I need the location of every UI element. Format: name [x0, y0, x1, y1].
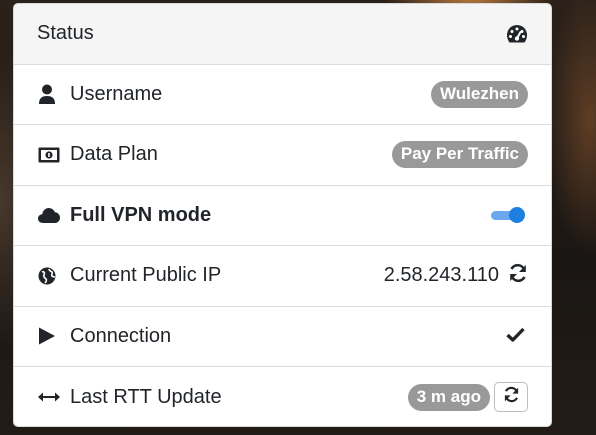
money-bill-icon — [38, 143, 62, 167]
connection-row: Connection — [14, 307, 551, 367]
username-row: Username Wulezhen — [14, 65, 551, 125]
arrows-horizontal-icon — [38, 385, 62, 409]
refresh-icon[interactable] — [508, 263, 528, 289]
play-icon — [38, 324, 62, 348]
public-ip-row: Current Public IP 2.58.243.110 — [14, 246, 551, 307]
status-panel: Status Username Wulezhen Data Plan Pay P… — [13, 3, 552, 427]
vpn-mode-toggle[interactable] — [489, 206, 525, 224]
cloud-icon — [38, 203, 62, 227]
tachometer-icon — [504, 22, 528, 46]
vpn-mode-label: Full VPN mode — [70, 203, 212, 226]
rtt-label: Last RTT Update — [70, 385, 222, 408]
refresh-icon — [503, 386, 520, 409]
data-plan-row: Data Plan Pay Per Traffic — [14, 125, 551, 186]
data-plan-badge: Pay Per Traffic — [391, 141, 528, 169]
username-badge: Wulezhen — [430, 80, 528, 108]
public-ip-value: 2.58.243.110 — [383, 264, 499, 287]
rtt-row: Last RTT Update 3 m ago — [14, 367, 551, 426]
globe-icon — [38, 264, 62, 288]
vpn-mode-row: Full VPN mode — [14, 186, 551, 246]
check-icon — [506, 325, 525, 348]
panel-title: Status — [37, 22, 94, 45]
rtt-badge: 3 m ago — [407, 383, 490, 411]
username-label: Username — [70, 82, 163, 105]
public-ip-label: Current Public IP — [70, 264, 222, 287]
user-icon — [38, 82, 62, 106]
panel-header: Status — [14, 4, 551, 65]
rtt-refresh-button[interactable] — [494, 382, 528, 413]
data-plan-label: Data Plan — [70, 143, 158, 166]
connection-label: Connection — [70, 324, 172, 347]
